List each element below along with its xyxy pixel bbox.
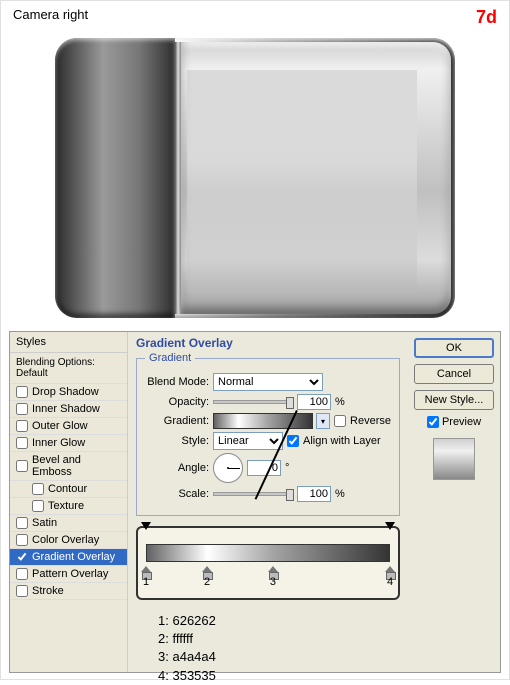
style-item-label: Inner Glow: [32, 437, 85, 449]
style-item-satin[interactable]: Satin: [10, 515, 127, 532]
ok-button[interactable]: OK: [414, 338, 494, 358]
blend-mode-label: Blend Mode:: [145, 376, 209, 388]
style-checkbox[interactable]: [16, 403, 28, 415]
gradient-group: Gradient Blend Mode: Normal Opacity: % G…: [136, 352, 400, 516]
style-item-label: Outer Glow: [32, 420, 88, 432]
style-item-texture[interactable]: Texture: [10, 498, 127, 515]
camera-preview-image: [55, 38, 455, 318]
scale-slider[interactable]: [213, 492, 293, 496]
color-stop-number: 2: [204, 576, 210, 588]
page-title: Camera right: [13, 7, 88, 22]
new-style-button[interactable]: New Style...: [414, 390, 494, 410]
angle-input[interactable]: [247, 460, 281, 476]
angle-dial[interactable]: [213, 453, 243, 483]
style-checkbox[interactable]: [16, 386, 28, 398]
preview-checkbox[interactable]: [427, 416, 439, 428]
opacity-label: Opacity:: [145, 396, 209, 408]
opacity-stop[interactable]: [141, 522, 151, 532]
gradient-overlay-settings: Gradient Overlay Gradient Blend Mode: No…: [128, 332, 408, 672]
style-item-label: Bevel and Emboss: [32, 454, 121, 478]
cancel-button[interactable]: Cancel: [414, 364, 494, 384]
color-stop-number: 1: [143, 576, 149, 588]
style-checkbox[interactable]: [16, 568, 28, 580]
preview-swatch: [433, 438, 475, 480]
style-item-gradient-overlay[interactable]: Gradient Overlay: [10, 549, 127, 566]
style-select[interactable]: Linear: [213, 432, 283, 450]
style-item-pattern-overlay[interactable]: Pattern Overlay: [10, 566, 127, 583]
style-checkbox[interactable]: [32, 500, 44, 512]
opacity-input[interactable]: [297, 394, 331, 410]
style-checkbox[interactable]: [16, 420, 28, 432]
style-item-label: Stroke: [32, 585, 64, 597]
legend-line: 3: a4a4a4: [158, 648, 400, 666]
styles-header[interactable]: Styles: [10, 332, 127, 353]
style-item-inner-glow[interactable]: Inner Glow: [10, 435, 127, 452]
scale-label: Scale:: [145, 488, 209, 500]
legend-line: 4: 353535: [158, 667, 400, 685]
style-item-label: Color Overlay: [32, 534, 99, 546]
reverse-label: Reverse: [350, 415, 391, 427]
chevron-down-icon: ▾: [321, 417, 325, 426]
section-title: Gradient Overlay: [136, 336, 400, 350]
tutorial-step-badge: 7d: [476, 7, 497, 28]
color-stop-number: 3: [270, 576, 276, 588]
gradient-dropdown-button[interactable]: ▾: [316, 413, 330, 429]
style-label: Style:: [145, 435, 209, 447]
opacity-suffix: %: [335, 396, 345, 408]
color-stop-number: 4: [387, 576, 393, 588]
style-item-color-overlay[interactable]: Color Overlay: [10, 532, 127, 549]
legend-line: 2: ffffff: [158, 630, 400, 648]
layer-style-dialog: Styles Blending Options: Default Drop Sh…: [9, 331, 501, 673]
scale-input[interactable]: [297, 486, 331, 502]
opacity-slider[interactable]: [213, 400, 293, 404]
gradient-swatch[interactable]: [213, 413, 313, 429]
angle-label: Angle:: [145, 462, 209, 474]
style-item-label: Satin: [32, 517, 57, 529]
gradient-label: Gradient:: [145, 415, 209, 427]
style-item-label: Drop Shadow: [32, 386, 99, 398]
blend-mode-select[interactable]: Normal: [213, 373, 323, 391]
style-checkbox[interactable]: [16, 437, 28, 449]
style-item-inner-shadow[interactable]: Inner Shadow: [10, 401, 127, 418]
blending-options-item[interactable]: Blending Options: Default: [10, 353, 127, 384]
style-checkbox[interactable]: [16, 460, 28, 472]
angle-suffix: °: [285, 462, 289, 474]
gradient-bar[interactable]: [146, 544, 390, 562]
style-item-contour[interactable]: Contour: [10, 481, 127, 498]
reverse-checkbox[interactable]: [334, 415, 346, 427]
style-item-outer-glow[interactable]: Outer Glow: [10, 418, 127, 435]
gradient-editor: 1 2 3 4: [136, 526, 400, 600]
style-checkbox[interactable]: [16, 534, 28, 546]
legend-line: 1: 626262: [158, 612, 400, 630]
opacity-stop[interactable]: [385, 522, 395, 532]
style-item-bevel-and-emboss[interactable]: Bevel and Emboss: [10, 452, 127, 481]
style-checkbox[interactable]: [16, 585, 28, 597]
gradient-group-legend: Gradient: [145, 352, 195, 364]
style-item-label: Pattern Overlay: [32, 568, 108, 580]
style-checkbox[interactable]: [16, 517, 28, 529]
gradient-stop-legend: 1: 6262622: ffffff3: a4a4a44: 353535: [158, 612, 400, 685]
styles-list-panel: Styles Blending Options: Default Drop Sh…: [10, 332, 128, 672]
style-item-label: Texture: [48, 500, 84, 512]
style-item-stroke[interactable]: Stroke: [10, 583, 127, 600]
style-item-label: Inner Shadow: [32, 403, 100, 415]
align-checkbox[interactable]: [287, 435, 299, 447]
style-checkbox[interactable]: [32, 483, 44, 495]
style-item-label: Gradient Overlay: [32, 551, 115, 563]
align-label: Align with Layer: [303, 435, 381, 447]
style-item-drop-shadow[interactable]: Drop Shadow: [10, 384, 127, 401]
style-checkbox[interactable]: [16, 551, 28, 563]
style-item-label: Contour: [48, 483, 87, 495]
scale-suffix: %: [335, 488, 345, 500]
preview-label: Preview: [442, 416, 481, 428]
dialog-buttons-panel: OK Cancel New Style... Preview: [408, 332, 500, 672]
